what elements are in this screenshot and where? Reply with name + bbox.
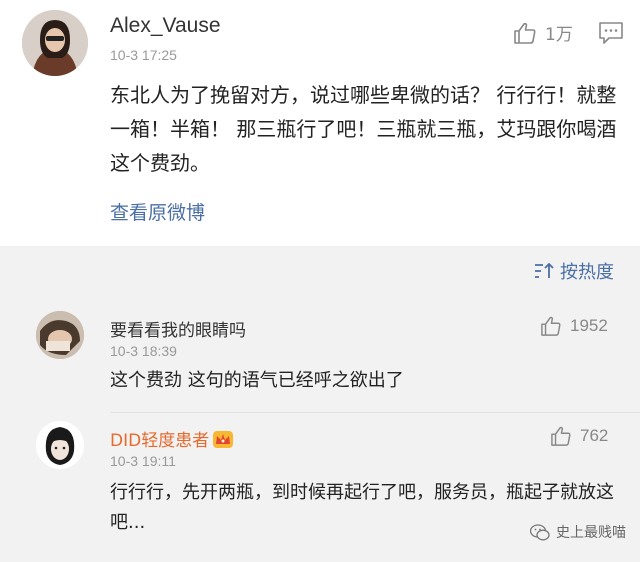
- post-body-text: 东北人为了挽留对方，说过哪些卑微的话？ 行行行！就整一箱！半箱！ 那三瓶行了吧！…: [110, 83, 617, 175]
- comment-timestamp: 10-3 18:39: [110, 343, 177, 359]
- wechat-watermark: 史上最贱喵: [530, 522, 626, 542]
- thumbs-up-icon: [551, 426, 571, 446]
- original-post-card: Alex_Vause 10-3 17:25 1万 东北人为了挽留对方，说过哪些卑…: [0, 0, 640, 246]
- thumbs-up-icon: [541, 316, 561, 336]
- comment-bubble-icon: [599, 22, 623, 44]
- post-like-button[interactable]: 1万: [513, 20, 573, 45]
- sort-by-hot-button[interactable]: 按热度: [534, 258, 614, 284]
- comment-like-count: 762: [580, 426, 609, 445]
- wechat-icon: [530, 523, 550, 540]
- comment-author-name-text: DID轻度患者: [110, 431, 210, 451]
- post-timestamp: 10-3 17:25: [110, 47, 177, 63]
- post-like-count: 1万: [545, 25, 573, 45]
- comment-divider: [110, 412, 640, 413]
- sort-icon: [535, 262, 554, 278]
- comment-author-name[interactable]: 要看看我的眼睛吗: [110, 316, 246, 341]
- post-author-avatar[interactable]: [22, 10, 88, 76]
- thumbs-up-icon: [514, 22, 536, 44]
- view-original-weibo-link[interactable]: 查看原微博: [110, 198, 205, 225]
- post-author-name[interactable]: Alex_Vause: [110, 14, 221, 38]
- comment-author-name[interactable]: DID轻度患者: [110, 426, 234, 451]
- comment-avatar[interactable]: [36, 421, 84, 469]
- comment-button[interactable]: [598, 21, 624, 49]
- comment-like-button[interactable]: 1952: [540, 316, 608, 336]
- vip-crown-icon: [213, 431, 234, 448]
- comment-timestamp: 10-3 19:11: [110, 453, 176, 469]
- comment-avatar[interactable]: [36, 311, 84, 359]
- sort-label: 按热度: [560, 262, 614, 283]
- watermark-text: 史上最贱喵: [556, 525, 626, 541]
- comment-body-text: 这个费劲 这句的语气已经呼之欲出了: [110, 370, 404, 391]
- comment-like-count: 1952: [570, 316, 608, 335]
- comment-like-button[interactable]: 762: [550, 426, 608, 446]
